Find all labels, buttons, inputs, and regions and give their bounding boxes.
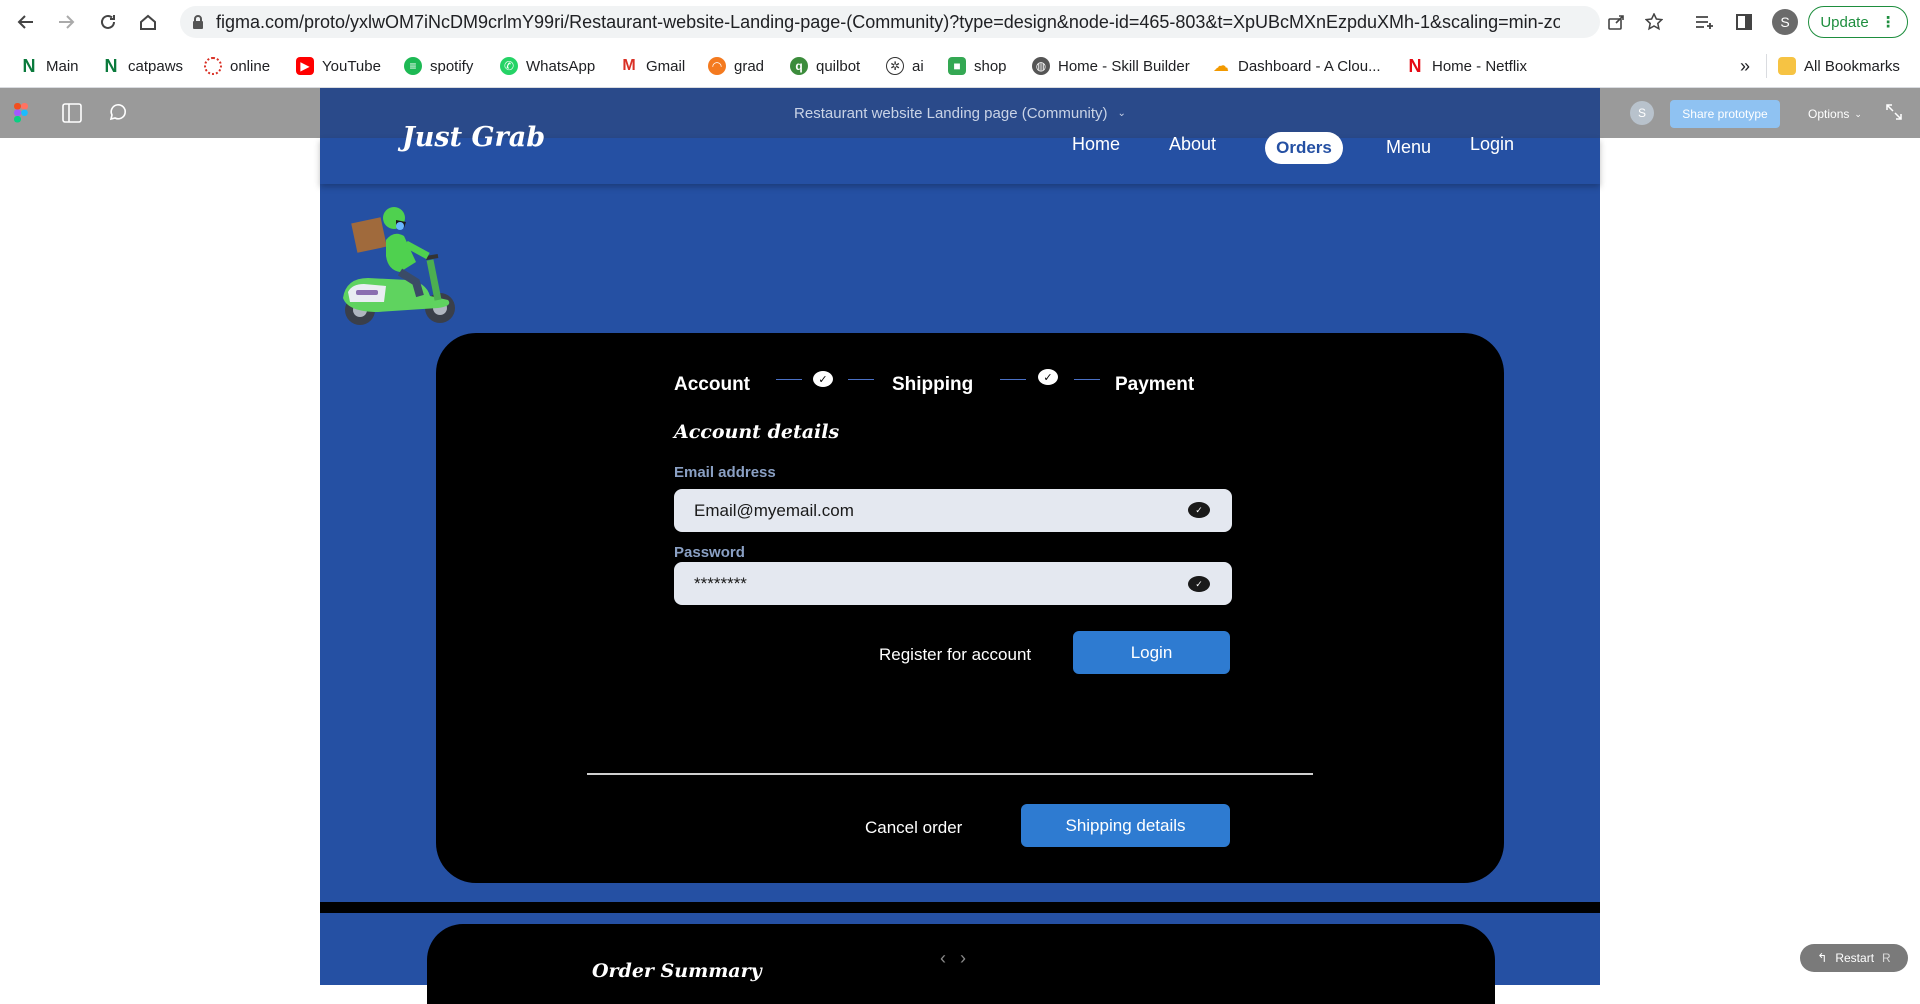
notion-icon: N xyxy=(20,56,38,76)
divider xyxy=(587,773,1313,775)
bookmark-gmail[interactable]: M Gmail xyxy=(620,54,685,78)
email-value: Email@myemail.com xyxy=(694,500,854,520)
site-logo[interactable]: Just Grab xyxy=(402,122,545,153)
folder-icon xyxy=(1778,57,1796,75)
chevron-down-icon: ⌄ xyxy=(1117,107,1126,119)
lock-icon xyxy=(192,14,204,35)
step-account[interactable]: Account xyxy=(674,374,750,396)
step-connector xyxy=(1074,379,1100,380)
url-text: figma.com/proto/yxlwOM7iNcDM9crlmY99ri/R… xyxy=(216,11,1560,32)
back-icon[interactable] xyxy=(12,8,40,36)
restart-icon: ↰ xyxy=(1817,951,1828,965)
share-prototype-button[interactable]: Share prototype xyxy=(1670,100,1780,128)
bookmark-shop[interactable]: ■ shop xyxy=(948,54,1007,78)
bookmark-online[interactable]: online xyxy=(204,54,270,78)
eye-icon[interactable]: ✓ xyxy=(1188,502,1210,518)
nav-login[interactable]: Login xyxy=(1470,134,1514,155)
spotify-icon: ≡ xyxy=(404,57,422,75)
chatgpt-icon: ✲ xyxy=(886,57,904,75)
email-label: Email address xyxy=(674,464,776,481)
bookmark-main[interactable]: N Main xyxy=(20,54,79,78)
options-button[interactable]: Options ⌄ xyxy=(1800,100,1870,128)
password-field[interactable]: ******** xyxy=(674,562,1232,605)
reading-list-icon[interactable] xyxy=(1690,8,1718,36)
step-connector xyxy=(776,379,802,380)
bookmark-whatsapp[interactable]: ✆ WhatsApp xyxy=(500,54,595,78)
comment-icon[interactable] xyxy=(108,103,128,128)
sidebar-toggle-icon[interactable] xyxy=(62,103,82,128)
step-payment[interactable]: Payment xyxy=(1115,374,1194,396)
grad-icon: ◠ xyxy=(708,57,726,75)
browser-toolbar: figma.com/proto/yxlwOM7iNcDM9crlmY99ri/R… xyxy=(0,0,1920,44)
share-page-icon[interactable] xyxy=(1602,8,1630,36)
password-label: Password xyxy=(674,544,745,561)
checkout-card xyxy=(436,333,1504,883)
nav-about[interactable]: About xyxy=(1169,134,1216,155)
notion-icon: N xyxy=(102,56,120,76)
restart-button[interactable]: ↰ Restart R xyxy=(1800,944,1908,972)
account-details-heading: Account details xyxy=(674,421,840,443)
bookmark-netflix[interactable]: N Home - Netflix xyxy=(1406,54,1527,78)
shopping-bag-icon: ■ xyxy=(948,57,966,75)
whatsapp-icon: ✆ xyxy=(500,57,518,75)
figma-logo-icon[interactable] xyxy=(14,103,28,128)
nav-menu[interactable]: Menu xyxy=(1386,137,1431,158)
chevron-left-icon[interactable]: ‹ xyxy=(940,948,946,969)
fullscreen-icon[interactable] xyxy=(1886,104,1902,125)
update-button[interactable]: Update ⋮ xyxy=(1808,6,1908,38)
step-check-icon: ✓ xyxy=(1038,369,1058,385)
cancel-order-link[interactable]: Cancel order xyxy=(865,818,962,838)
nav-home[interactable]: Home xyxy=(1072,134,1120,155)
nav-orders[interactable]: Orders xyxy=(1265,132,1343,164)
eye-icon[interactable]: ✓ xyxy=(1188,576,1210,592)
password-value: ******** xyxy=(694,573,747,593)
forward-icon[interactable] xyxy=(52,8,80,36)
figma-user-avatar[interactable]: S xyxy=(1630,101,1654,125)
carousel-controls: ‹ › xyxy=(940,948,966,969)
quillbot-icon: q xyxy=(790,57,808,75)
step-shipping[interactable]: Shipping xyxy=(892,374,973,396)
chevron-down-icon: ⌄ xyxy=(1854,108,1862,119)
update-label: Update xyxy=(1820,13,1869,31)
all-bookmarks-button[interactable]: All Bookmarks xyxy=(1778,54,1900,78)
gmail-icon: M xyxy=(620,57,638,75)
more-bookmarks-button[interactable]: » xyxy=(1740,54,1750,78)
profile-avatar[interactable]: S xyxy=(1772,9,1798,35)
bookmark-star-icon[interactable] xyxy=(1640,8,1668,36)
bookmark-youtube[interactable]: ▶ YouTube xyxy=(296,54,381,78)
netflix-icon: N xyxy=(1406,56,1424,76)
bookmarks-divider xyxy=(1766,54,1767,78)
bookmark-catpaws[interactable]: Ncatpaws xyxy=(102,54,183,78)
side-panel-icon[interactable] xyxy=(1730,8,1758,36)
delivery-scooter-illustration xyxy=(338,200,462,330)
globe-icon: ◍ xyxy=(1032,57,1050,75)
login-button[interactable]: Login xyxy=(1073,631,1230,674)
step-connector xyxy=(1000,379,1026,380)
bookmark-ai[interactable]: ✲ ai xyxy=(886,54,924,78)
chevron-right-icon[interactable]: › xyxy=(960,948,966,969)
bookmark-quilbot[interactable]: q quilbot xyxy=(790,54,860,78)
cloud-icon: ☁ xyxy=(1212,57,1230,75)
reload-icon[interactable] xyxy=(94,8,122,36)
bookmark-grad[interactable]: ◠ grad xyxy=(708,54,764,78)
register-link[interactable]: Register for account xyxy=(879,645,1031,665)
section-divider-strip xyxy=(320,902,1600,913)
shipping-details-button[interactable]: Shipping details xyxy=(1021,804,1230,847)
kebab-menu-icon: ⋮ xyxy=(1880,14,1896,31)
step-connector xyxy=(848,379,874,380)
bookmarks-bar: N Main Ncatpaws online ▶ YouTube ≡ spotify … xyxy=(0,44,1920,88)
online-icon xyxy=(204,57,222,75)
bookmark-skill-builder[interactable]: ◍ Home - Skill Builder xyxy=(1032,54,1190,78)
bookmark-dashboard[interactable]: ☁ Dashboard - A Clou... xyxy=(1212,54,1381,78)
youtube-icon: ▶ xyxy=(296,57,314,75)
email-field[interactable]: Email@myemail.com xyxy=(674,489,1232,532)
bookmark-spotify[interactable]: ≡ spotify xyxy=(404,54,473,78)
order-summary-heading: Order Summary xyxy=(592,960,762,982)
address-bar[interactable]: figma.com/proto/yxlwOM7iNcDM9crlmY99ri/R… xyxy=(180,6,1600,38)
home-icon[interactable] xyxy=(134,8,162,36)
step-check-icon: ✓ xyxy=(813,371,833,387)
